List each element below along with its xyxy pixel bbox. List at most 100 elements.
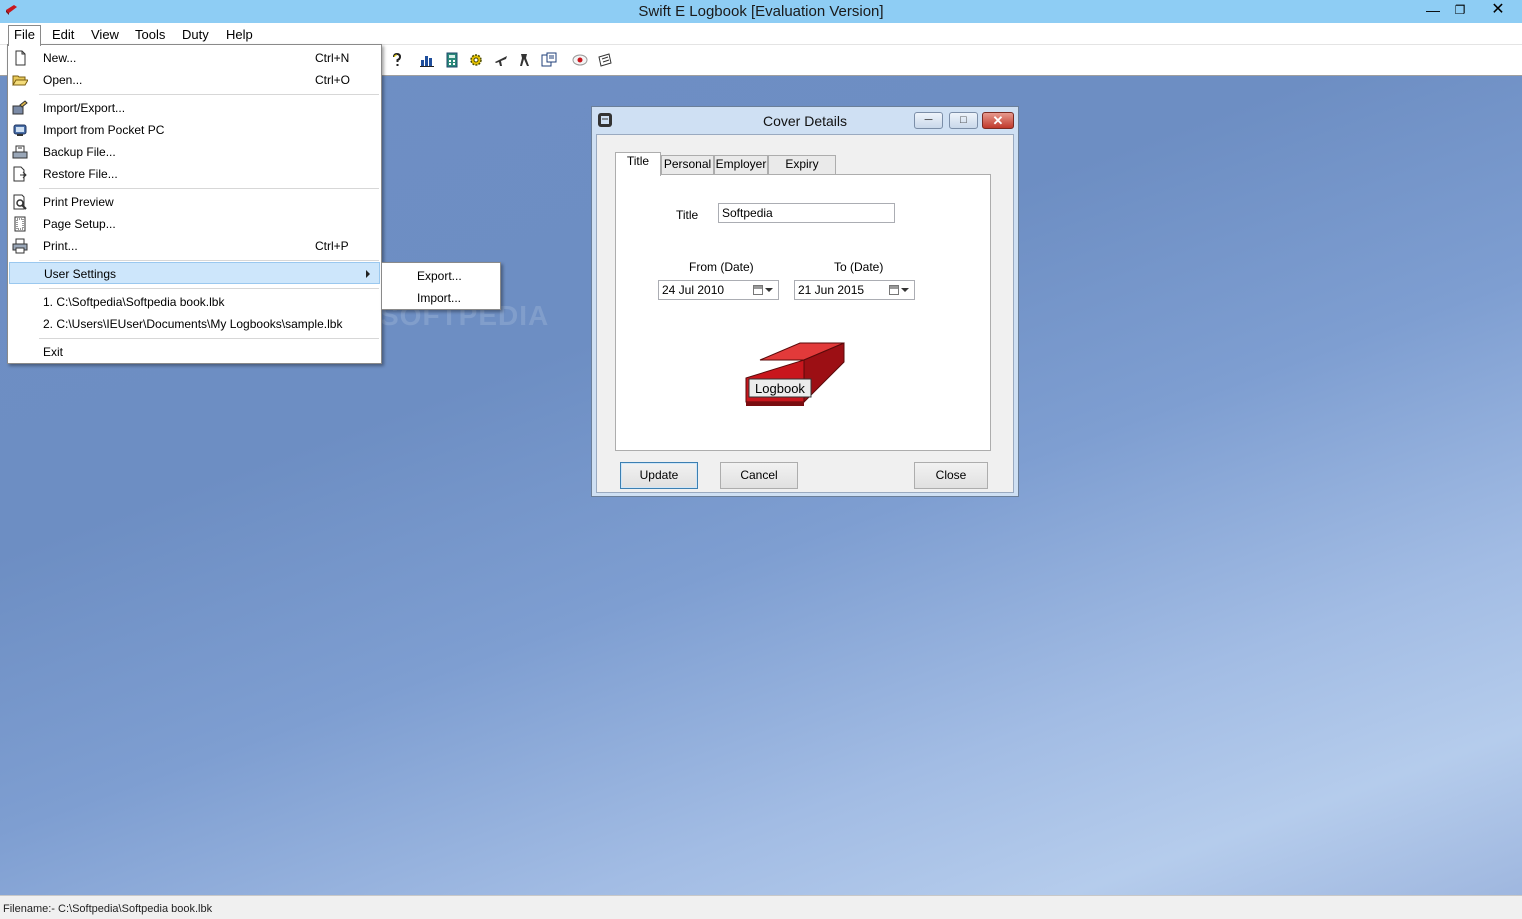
close-button[interactable]: Close: [914, 462, 988, 489]
menu-item-new[interactable]: New... Ctrl+N: [9, 47, 380, 69]
page-setup-icon: [14, 216, 26, 232]
clock-icon[interactable]: [572, 52, 588, 68]
menu-item-label: User Settings: [44, 267, 117, 281]
logbook-label: Logbook: [755, 381, 805, 396]
note-icon[interactable]: [597, 52, 613, 68]
menu-file[interactable]: File: [8, 25, 41, 46]
chevron-down-icon[interactable]: [901, 288, 909, 292]
status-filename: Filename:- C:\Softpedia\Softpedia book.l…: [3, 903, 213, 915]
menu-item-label: Page Setup...: [43, 217, 116, 231]
print-preview-icon: [13, 194, 27, 210]
menu-item-print[interactable]: Print... Ctrl+P: [9, 235, 380, 257]
close-window-button[interactable]: ✕: [1482, 0, 1514, 22]
menu-item-import-export[interactable]: Import/Export...: [9, 97, 380, 119]
chart-icon[interactable]: [419, 52, 435, 68]
title-input[interactable]: Softpedia: [718, 203, 895, 223]
menu-help[interactable]: Help: [220, 26, 259, 44]
pocket-pc-icon: [13, 124, 27, 136]
to-date-label: To (Date): [834, 260, 884, 274]
dialog-close-button[interactable]: ✕: [982, 112, 1014, 129]
menu-item-print-preview[interactable]: Print Preview: [9, 191, 380, 213]
from-date-label: From (Date): [689, 260, 754, 274]
dialog-body: Title Personal Employer Expiry Dates Tit…: [596, 134, 1014, 493]
update-button[interactable]: Update: [620, 462, 698, 489]
menu-separator: [39, 288, 379, 289]
calendar-icon[interactable]: [753, 285, 763, 295]
menu-item-label: Import from Pocket PC: [43, 123, 165, 137]
status-bar: Filename:- C:\Softpedia\Softpedia book.l…: [0, 895, 1522, 919]
shortcut-text: Ctrl+O: [315, 73, 351, 87]
menu-separator: [39, 94, 379, 95]
calculator-icon[interactable]: [444, 52, 460, 68]
logbook-cover-image: Logbook: [745, 342, 845, 406]
menu-item-page-setup[interactable]: Page Setup...: [9, 213, 380, 235]
maximize-icon: □: [960, 114, 967, 126]
menu-edit[interactable]: Edit: [46, 26, 80, 44]
cancel-button[interactable]: Cancel: [720, 462, 798, 489]
to-date-value: 21 Jun 2015: [798, 283, 865, 297]
menu-tools[interactable]: Tools: [129, 26, 171, 44]
import-export-icon: [12, 100, 28, 115]
tab-expiry-dates[interactable]: Expiry Dates: [768, 155, 836, 188]
menu-item-exit[interactable]: Exit: [9, 341, 380, 363]
menu-separator: [39, 188, 379, 189]
menu-item-label: Import/Export...: [43, 101, 126, 115]
tools-icon[interactable]: [517, 52, 533, 68]
chevron-down-icon[interactable]: [765, 288, 773, 292]
menu-bar: File Edit View Tools Duty Help: [0, 23, 1522, 46]
help-icon[interactable]: [389, 52, 405, 68]
menu-item-label: Print...: [43, 239, 78, 253]
settings-icon[interactable]: [468, 52, 484, 68]
minimize-icon: ─: [924, 114, 933, 126]
menu-item-open[interactable]: Open... Ctrl+O: [9, 69, 380, 91]
dialog-minimize-button[interactable]: ─: [914, 112, 943, 129]
menu-item-label: Backup File...: [43, 145, 116, 159]
menu-item-label: 2. C:\Users\IEUser\Documents\My Logbooks…: [43, 317, 343, 331]
from-date-picker[interactable]: 24 Jul 2010: [658, 280, 779, 300]
shortcut-text: Ctrl+P: [315, 239, 349, 253]
menu-separator: [39, 338, 379, 339]
menu-item-label: Open...: [43, 73, 83, 87]
open-folder-icon: [12, 75, 28, 86]
dialog-title-bar[interactable]: Cover Details ─ □ ✕: [592, 107, 1018, 134]
tab-title[interactable]: Title: [615, 152, 661, 176]
tab-employer[interactable]: Employer: [714, 155, 768, 174]
book-icon[interactable]: [541, 52, 557, 68]
submenu-item-import[interactable]: Import...: [417, 291, 461, 305]
menu-item-label: 1. C:\Softpedia\Softpedia book.lbk: [43, 295, 225, 309]
printer-icon: [12, 238, 28, 254]
menu-item-label: Print Preview: [43, 195, 114, 209]
minimize-button[interactable]: —: [1418, 0, 1448, 22]
menu-item-restore[interactable]: Restore File...: [9, 163, 380, 185]
menu-item-user-settings[interactable]: User Settings: [9, 262, 380, 284]
aircraft-icon[interactable]: [493, 52, 509, 68]
calendar-icon[interactable]: [889, 285, 899, 295]
submenu-arrow-icon: [366, 270, 370, 278]
backup-icon: [12, 145, 28, 159]
menu-view[interactable]: View: [85, 26, 125, 44]
tab-personal[interactable]: Personal: [661, 155, 714, 174]
dialog-maximize-button[interactable]: □: [949, 112, 978, 129]
to-date-picker[interactable]: 21 Jun 2015: [794, 280, 915, 300]
tab-panel-title: Title Softpedia From (Date) 24 Jul 2010 …: [615, 174, 991, 451]
from-date-value: 24 Jul 2010: [662, 283, 725, 297]
title-label: Title: [676, 208, 699, 222]
menu-item-import-pocket-pc[interactable]: Import from Pocket PC: [9, 119, 380, 141]
menu-separator: [39, 260, 379, 261]
new-file-icon: [15, 50, 26, 66]
shortcut-text: Ctrl+N: [315, 51, 350, 65]
menu-item-backup[interactable]: Backup File...: [9, 141, 380, 163]
menu-duty[interactable]: Duty: [176, 26, 215, 44]
cover-details-dialog: Cover Details ─ □ ✕ Title Personal Emplo…: [591, 106, 1019, 497]
restore-button[interactable]: ❐: [1445, 0, 1475, 22]
menu-item-label: New...: [43, 51, 77, 65]
menu-item-label: Exit: [43, 345, 64, 359]
menu-item-label: Restore File...: [43, 167, 118, 181]
user-settings-submenu: Export... Import...: [381, 262, 501, 310]
restore-icon: [13, 166, 27, 182]
menu-item-recent-file-1[interactable]: 1. C:\Softpedia\Softpedia book.lbk: [9, 291, 380, 313]
file-menu-dropdown: New... Ctrl+N Open... Ctrl+O Import/Expo…: [7, 44, 382, 364]
submenu-item-export[interactable]: Export...: [417, 269, 462, 283]
menu-item-recent-file-2[interactable]: 2. C:\Users\IEUser\Documents\My Logbooks…: [9, 313, 380, 335]
window-title: Swift E Logbook [Evaluation Version]: [638, 3, 884, 20]
